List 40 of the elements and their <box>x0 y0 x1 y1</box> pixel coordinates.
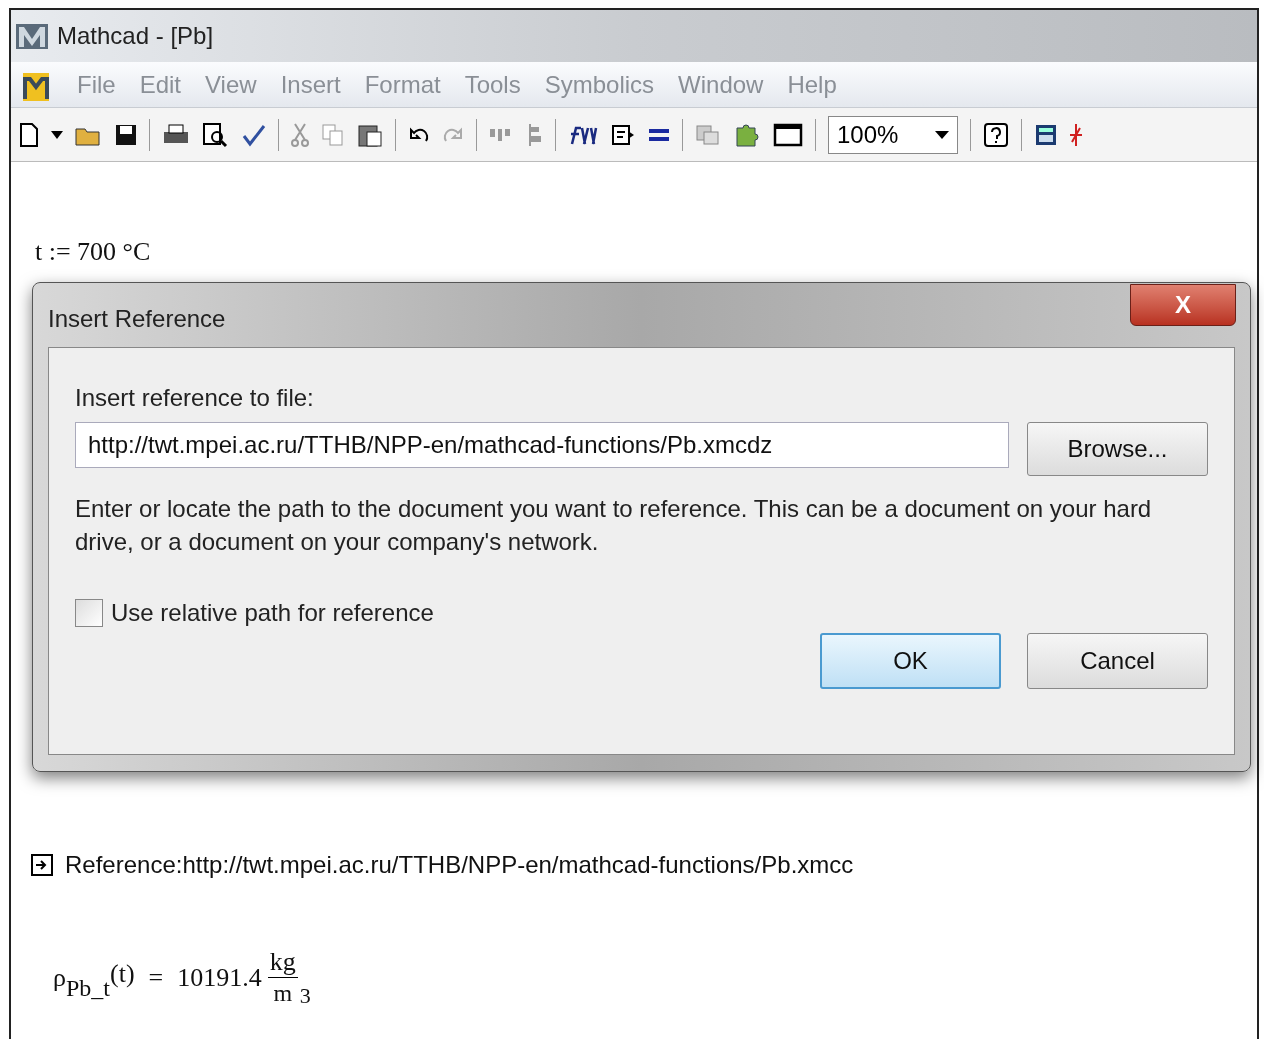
caret-icon <box>935 130 949 139</box>
zoom-value: 100% <box>837 119 899 150</box>
calculator-icon[interactable] <box>1034 122 1058 147</box>
zoom-dropdown[interactable]: 100% <box>828 115 958 154</box>
menu-item[interactable]: Edit <box>139 66 182 103</box>
scissors-icon[interactable] <box>291 121 309 148</box>
definition-expression: t := 700 °C <box>35 236 151 268</box>
equals-icon[interactable] <box>648 126 670 143</box>
close-button[interactable]: X <box>1130 284 1236 326</box>
dialog-title: Insert Reference <box>48 304 226 334</box>
caret-icon[interactable] <box>51 130 63 139</box>
app-logo-icon <box>15 21 49 51</box>
menu-item[interactable]: File <box>77 66 116 103</box>
menu-item[interactable]: Symbolics <box>544 66 655 103</box>
dialog-button[interactable]: OK <box>820 633 1001 689</box>
new-document-icon[interactable] <box>19 122 39 147</box>
menu-item[interactable]: Format <box>364 66 441 103</box>
reference-text: Reference:http://twt.mpei.ac.ru/TTHB/NPP-en/mathcad-functions/Pb.xmcc <box>65 850 854 880</box>
dialog-button[interactable]: Cancel <box>1027 633 1208 689</box>
description-text: Enter or locate the path to the document you want to reference. This can be a document on your hard drive, or a document on your company's network. <box>75 494 1153 557</box>
print-preview-icon[interactable] <box>202 121 228 148</box>
path-input-field[interactable]: http://twt.mpei.ac.ru/TTHB/NPP-en/mathcad-functions/Pb.xmcdz <box>75 422 1009 468</box>
window-icon[interactable] <box>773 122 803 147</box>
checkbox[interactable] <box>75 599 103 627</box>
puzzle-icon[interactable] <box>733 121 761 148</box>
help-icon[interactable] <box>983 121 1009 148</box>
menu-item[interactable]: Insert <box>280 66 341 103</box>
graph-icon[interactable] <box>1070 121 1082 148</box>
field-label: Insert reference to file: <box>75 383 315 413</box>
menu-item[interactable]: View <box>205 66 257 103</box>
browse-button[interactable]: Browse... <box>1027 422 1208 476</box>
checkbox-label: Use relative path for reference <box>111 598 434 628</box>
window-title: Mathcad - [Pb] <box>57 21 214 51</box>
align-left-icon[interactable] <box>527 122 543 147</box>
save-icon[interactable] <box>115 123 137 146</box>
menu-item[interactable]: Tools <box>464 66 521 103</box>
menu-item[interactable]: Help <box>787 66 837 103</box>
undo-icon[interactable] <box>408 126 430 143</box>
menu-item[interactable]: Window <box>678 66 764 103</box>
unit-icon[interactable] <box>610 122 636 147</box>
